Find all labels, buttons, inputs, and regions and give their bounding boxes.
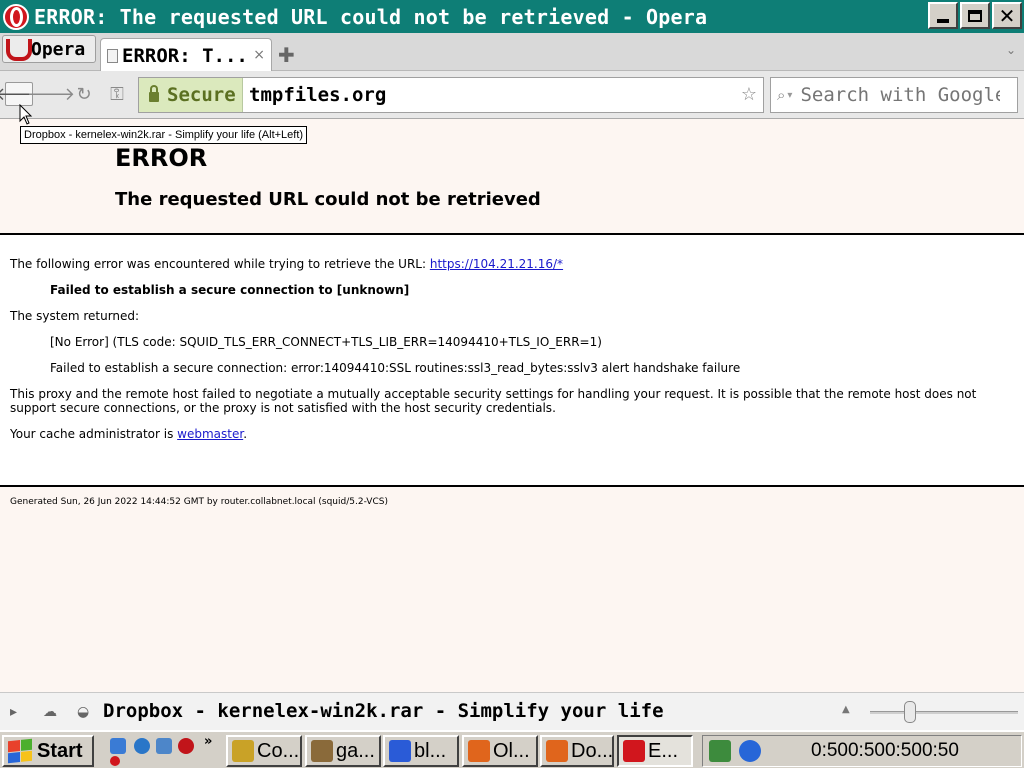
network-tray-icon[interactable] (709, 740, 731, 762)
tab-close-icon[interactable]: × (253, 47, 265, 63)
windows-flag-icon (8, 738, 32, 764)
mouse-cursor-icon (19, 104, 33, 125)
zoom-popup-icon[interactable]: ▲ (842, 704, 850, 715)
task-label: ga... (336, 739, 375, 762)
back-button-tooltip: Dropbox - kernelex-win2k.rar - Simplify … (20, 126, 308, 144)
clock[interactable]: 0:500:500:500:50 (811, 740, 959, 762)
page-content: ERROR The requested URL could not be ret… (0, 119, 1024, 692)
bookmark-star-icon[interactable]: ☆ (741, 84, 757, 105)
window-titlebar[interactable]: ERROR: The requested URL could not be re… (0, 0, 1024, 33)
task-label: E... (648, 739, 679, 762)
navigation-bar: 🡐 🡒 ↻ ⚿ Secure tmpfiles.org ☆ ⌕ ▾ (0, 71, 1024, 119)
error-intro: The following error was encountered whil… (10, 257, 1014, 271)
close-icon: ✕ (998, 3, 1016, 28)
forward-button[interactable]: 🡒 (27, 82, 75, 106)
task-app-icon (546, 740, 568, 762)
reload-button[interactable]: ↻ (70, 82, 98, 106)
opera-menu-label: Opera (31, 38, 86, 60)
tab-bar: Opera ERROR: T... × ✚ ⌄ (0, 33, 1024, 72)
page-icon (107, 48, 118, 63)
start-label: Start (37, 739, 83, 762)
task-label: Co... (257, 739, 300, 762)
cache-admin-suffix: . (243, 427, 248, 441)
internet-explorer-icon[interactable] (134, 738, 150, 754)
tab-active[interactable]: ERROR: T... × (100, 38, 272, 72)
address-bar[interactable]: Secure tmpfiles.org ☆ (138, 77, 764, 113)
window-controls: ✕ (928, 2, 1022, 29)
task-app-icon (311, 740, 333, 762)
taskbar-task-button[interactable]: Co... (226, 735, 302, 767)
url-field[interactable]: tmpfiles.org (249, 84, 386, 106)
zoom-slider[interactable] (870, 701, 1018, 723)
opera-small-icon[interactable] (110, 756, 120, 766)
maximize-button[interactable] (960, 2, 990, 29)
show-desktop-icon[interactable] (110, 738, 126, 754)
minimize-icon (937, 18, 949, 23)
generated-footer: Generated Sun, 26 Jun 2022 14:44:52 GMT … (10, 497, 388, 507)
minimize-button[interactable] (928, 2, 958, 29)
error-intro-text: The following error was encountered whil… (10, 257, 430, 271)
task-label: Ol... (493, 739, 530, 762)
task-label: bl... (414, 739, 447, 762)
cache-admin-line: Your cache administrator is webmaster. (10, 427, 1014, 441)
reload-icon: ↻ (76, 83, 92, 105)
cloud-sync-icon[interactable]: ☁ (43, 704, 57, 720)
error-url-link[interactable]: https://104.21.21.16/* (430, 257, 563, 271)
restore-icon (968, 9, 982, 22)
task-app-icon (232, 740, 254, 762)
task-label: Do... (571, 739, 614, 762)
taskbar-task-button[interactable]: Ol... (462, 735, 538, 767)
new-tab-button[interactable]: ✚ (278, 43, 295, 67)
wand-button[interactable]: ⚿ (103, 82, 131, 106)
cache-admin-prefix: Your cache administrator is (10, 427, 178, 441)
forward-arrow-icon: 🡒 (26, 83, 76, 105)
search-input[interactable] (800, 84, 1001, 106)
opera-quicklaunch-icon[interactable] (178, 738, 194, 754)
search-engine-chevron-icon[interactable]: ▾ (787, 90, 792, 101)
task-app-icon (623, 740, 645, 762)
opera-menu-button[interactable]: Opera (2, 35, 96, 63)
messenger-tray-icon[interactable] (739, 740, 761, 762)
error-title: ERROR (115, 144, 208, 172)
search-icon[interactable]: ⌕ (777, 86, 785, 104)
taskbar-task-button[interactable]: E... (617, 735, 693, 767)
taskbar-task-button[interactable]: bl... (383, 735, 459, 767)
quick-launch-more-chevron-icon[interactable]: » (204, 734, 212, 749)
security-label: Secure (167, 84, 236, 106)
task-app-icon (468, 740, 490, 762)
taskbar: Start » Co... ga... bl... Ol... Do... E... 0:… (0, 730, 1024, 768)
error-subtitle: The requested URL could not be retrieved (115, 189, 541, 210)
search-box[interactable]: ⌕ ▾ (770, 77, 1018, 113)
close-window-button[interactable]: ✕ (992, 2, 1022, 29)
panel-toggle-icon[interactable]: ▸ (10, 704, 17, 720)
zoom-slider-track (870, 711, 1018, 714)
network-icon[interactable] (156, 738, 172, 754)
webmaster-link[interactable]: webmaster (177, 427, 243, 441)
task-app-icon (389, 740, 411, 762)
tab-label: ERROR: T... (122, 44, 248, 67)
lock-icon (149, 85, 159, 102)
opera-logo-icon (3, 3, 29, 30)
status-bar: ▸ ☁ ◒ Dropbox - kernelex-win2k.rar - Sim… (0, 692, 1024, 730)
error-failed-text: Failed to establish a secure connection … (50, 283, 410, 297)
opera-menu-icon (6, 39, 32, 61)
key-icon: ⚿ (110, 83, 124, 105)
proxy-explanation: This proxy and the remote host failed to… (10, 387, 977, 415)
start-button[interactable]: Start (2, 735, 94, 767)
error-failed-message: Failed to establish a secure connection … (50, 283, 1014, 297)
quick-launch: » (108, 734, 218, 766)
taskbar-task-button[interactable]: ga... (305, 735, 381, 767)
error-body: The following error was encountered whil… (0, 235, 1024, 487)
ssl-error-detail: Failed to establish a secure connection:… (50, 361, 741, 375)
zoom-slider-thumb[interactable] (904, 701, 916, 723)
status-text: Dropbox - kernelex-win2k.rar - Simplify … (103, 700, 664, 722)
window-title: ERROR: The requested URL could not be re… (34, 4, 708, 29)
system-returned-label: The system returned: (10, 309, 140, 323)
system-tray: 0:500:500:500:50 (702, 735, 1022, 767)
tab-menu-chevron-icon[interactable]: ⌄ (1006, 43, 1016, 57)
tls-error-code: [No Error] (TLS code: SQUID_TLS_ERR_CONN… (50, 335, 602, 349)
turbo-gauge-icon[interactable]: ◒ (77, 704, 89, 720)
taskbar-task-button[interactable]: Do... (540, 735, 614, 767)
security-badge[interactable]: Secure (139, 78, 243, 112)
